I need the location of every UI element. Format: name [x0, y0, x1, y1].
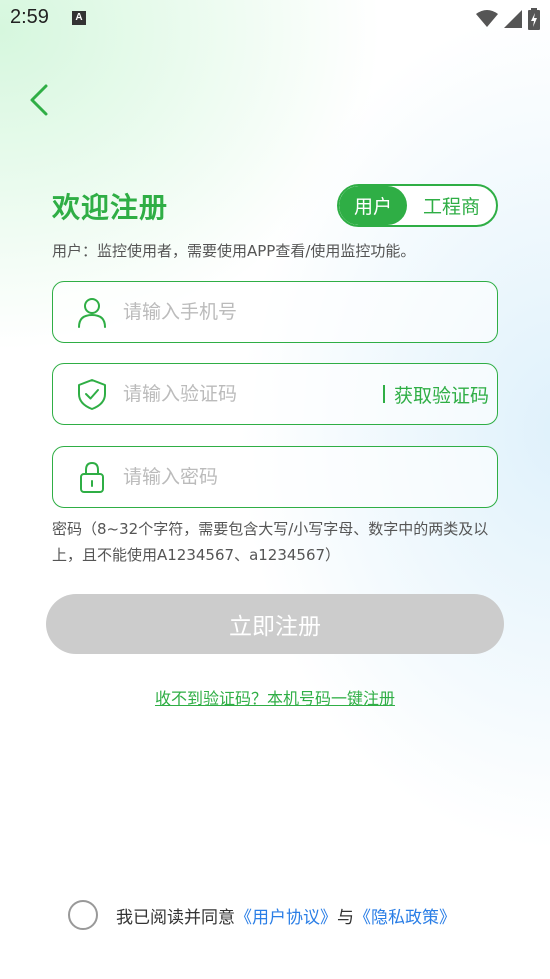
get-code-label: 获取验证码 — [393, 384, 489, 407]
signal-icon — [504, 10, 522, 28]
password-input[interactable] — [123, 447, 497, 507]
code-field: 获取验证码 — [52, 363, 498, 425]
get-code-button[interactable]: 获取验证码 — [382, 364, 497, 424]
agreement-prefix: 我已阅读并同意 — [116, 907, 235, 928]
back-button[interactable] — [24, 80, 60, 120]
status-bar: 2:59 A — [0, 0, 550, 40]
shield-check-icon — [78, 379, 106, 410]
lock-icon — [80, 461, 104, 493]
privacy-policy-link[interactable]: 《隐私政策》 — [354, 903, 456, 928]
user-agreement-link[interactable]: 《用户协议》 — [235, 903, 337, 928]
code-divider — [382, 385, 385, 403]
notification-a-icon: A — [72, 11, 86, 25]
agreement-and: 与 — [337, 907, 354, 928]
segment-user-tab[interactable]: 用户 — [339, 186, 407, 225]
agreement-row: 我已阅读并同意 《用户协议》 与 《隐私政策》 — [68, 900, 456, 930]
status-time: 2:59 — [10, 6, 49, 28]
page-title: 欢迎注册 — [52, 191, 169, 224]
register-button[interactable]: 立即注册 — [46, 594, 504, 654]
status-icons — [476, 8, 540, 30]
chevron-left-icon — [30, 84, 48, 116]
user-icon — [78, 298, 106, 328]
code-input[interactable] — [123, 364, 383, 424]
agreement-checkbox[interactable] — [68, 900, 98, 930]
segment-engineer-tab[interactable]: 工程商 — [407, 186, 496, 225]
phone-field — [52, 281, 498, 343]
password-field — [52, 446, 498, 508]
role-description: 用户：监控使用者，需要使用APP查看/使用监控功能。 — [52, 242, 416, 260]
password-hint: 密码（8~32个字符，需要包含大写/小写字母、数字中的两类及以上，且不能使用A1… — [52, 520, 489, 564]
phone-input[interactable] — [123, 282, 497, 342]
role-segment-control: 用户 工程商 — [337, 184, 498, 227]
one-click-register-link[interactable]: 收不到验证码？本机号码一键注册 — [155, 689, 395, 708]
battery-icon — [528, 8, 540, 30]
one-click-register: 收不到验证码？本机号码一键注册 — [0, 685, 550, 709]
wifi-icon — [476, 10, 498, 27]
